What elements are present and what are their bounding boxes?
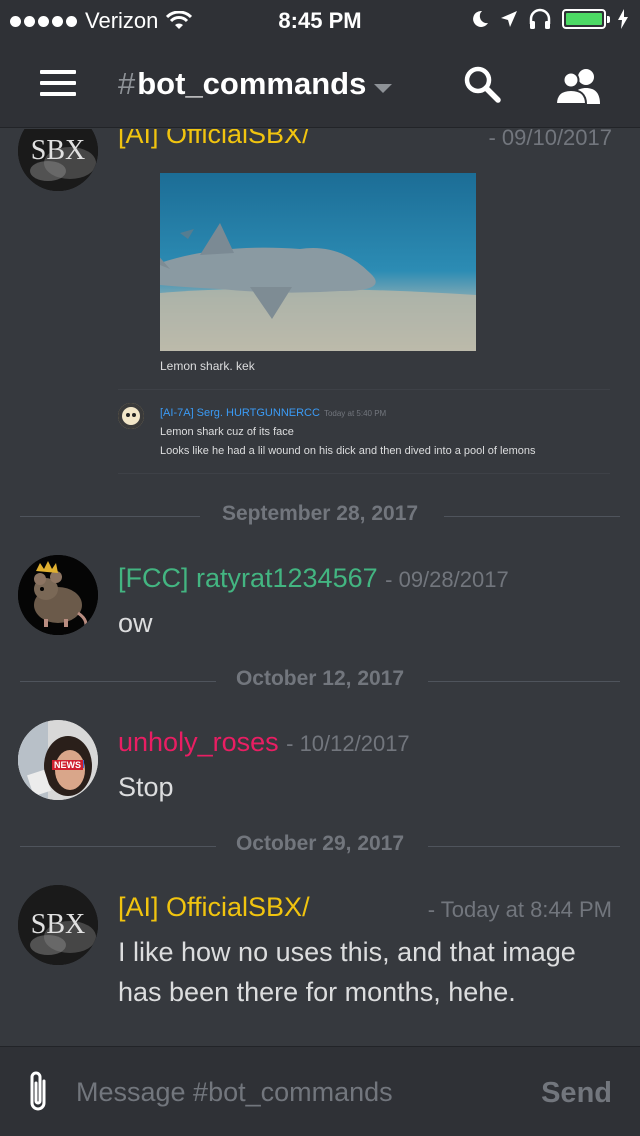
charging-bolt-icon [618, 9, 628, 29]
embedded-avatar [118, 403, 144, 429]
date-divider: September 28, 2017 [20, 501, 620, 531]
shark-photo [160, 173, 476, 351]
channel-hash: # [118, 66, 136, 101]
embedded-timestamp: Today at 5:40 PM [323, 409, 387, 418]
avatar[interactable] [18, 555, 98, 635]
members-icon[interactable] [554, 66, 602, 106]
paperclip-icon[interactable] [24, 1069, 52, 1115]
news-badge: NEWS [52, 760, 83, 770]
svg-text:SBX: SBX [31, 135, 85, 166]
chevron-down-icon[interactable] [374, 84, 392, 93]
attachment-caption: Lemon shark. kek [160, 359, 255, 373]
message-text: ow [118, 608, 153, 638]
divider-line [118, 473, 610, 474]
avatar[interactable]: SBX [18, 885, 98, 965]
message-timestamp: - 09/28/2017 [385, 567, 509, 592]
author-name[interactable]: [AI] OfficialSBX/ [118, 129, 310, 149]
message-timestamp: - 10/12/2017 [286, 731, 410, 756]
channel-title[interactable]: #bot_commands [118, 66, 366, 102]
status-icons [470, 8, 628, 30]
embedded-text-line: Lemon shark cuz of its face [160, 426, 294, 438]
send-button[interactable]: Send [541, 1077, 612, 1110]
battery-icon [562, 9, 610, 29]
moon-icon [473, 10, 488, 27]
message-timestamp: - Today at 8:44 PM [427, 897, 612, 922]
channel-header: #bot_commands [0, 40, 640, 128]
embedded-author-name: [AI-7A] Serg. HURTGUNNERCC [160, 407, 320, 419]
author-name[interactable]: unholy_roses [118, 727, 279, 757]
message-timestamp: - 09/10/2017 [488, 129, 612, 150]
image-attachment[interactable]: Lemon shark. kek [AI-7A] Serg. HURTGUNNE… [118, 165, 610, 475]
message-composer: Send [0, 1046, 640, 1136]
author-name[interactable]: [AI] OfficialSBX/ [118, 892, 310, 922]
rat-avatar-image [18, 555, 98, 635]
divider-line [118, 389, 610, 390]
date-divider: October 29, 2017 [20, 831, 620, 861]
headphones-icon [529, 8, 551, 29]
message-text-line: I like how no uses this, and that image [118, 937, 576, 967]
svg-text:SBX: SBX [31, 909, 85, 940]
avatar[interactable]: SBX [18, 129, 98, 191]
embedded-text-line: Looks like he had a lil wound on his dic… [160, 445, 536, 457]
status-bar: Verizon 8:45 PM [0, 0, 640, 40]
date-divider: October 12, 2017 [20, 666, 620, 696]
message-text-line: has been there for months, hehe. [118, 977, 516, 1007]
avatar[interactable]: NEWS [18, 720, 98, 800]
author-name[interactable]: [FCC] ratyrat1234567 [118, 563, 378, 593]
message-text: Stop [118, 772, 174, 802]
search-icon[interactable] [462, 64, 502, 104]
sbx-avatar-image: SBX [18, 129, 98, 191]
message-input[interactable] [76, 1071, 516, 1113]
channel-name: bot_commands [137, 66, 367, 101]
message-list[interactable]: SBX [AI] OfficialSBX/ - 09/10/2017 Lemon… [0, 129, 640, 1045]
location-arrow-icon [501, 11, 517, 27]
hamburger-icon[interactable] [40, 70, 76, 96]
sbx-avatar-image: SBX [18, 885, 98, 965]
